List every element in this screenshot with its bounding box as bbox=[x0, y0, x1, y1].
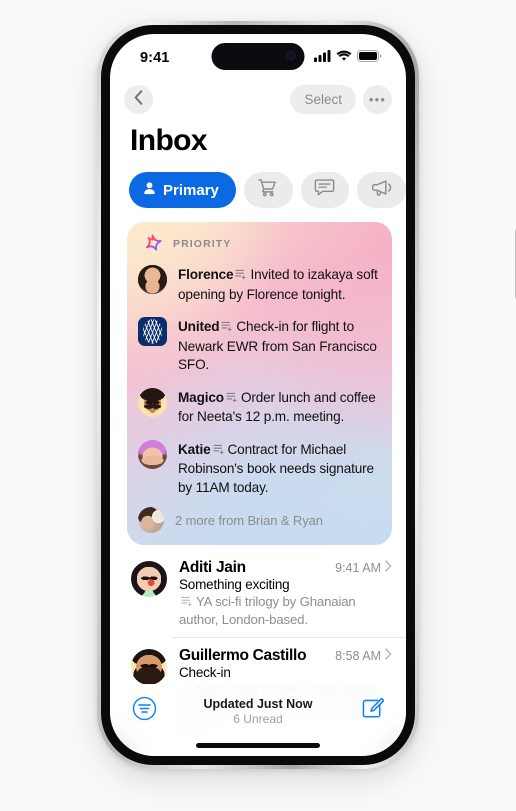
mail-time: 9:41 AM bbox=[335, 561, 381, 575]
mail-sender: Aditi Jain bbox=[179, 559, 246, 576]
avatar bbox=[131, 649, 167, 685]
summary-icon bbox=[212, 442, 225, 461]
filter-chip-primary-label: Primary bbox=[163, 181, 219, 199]
filter-chip-promotions[interactable] bbox=[357, 172, 406, 208]
home-indicator[interactable] bbox=[196, 743, 320, 748]
battery-icon bbox=[357, 49, 382, 67]
status-bar-indicators bbox=[314, 49, 382, 67]
nav-right-group: Select ••• bbox=[290, 85, 392, 114]
priority-item-sender: Katie bbox=[178, 441, 211, 457]
summary-icon bbox=[221, 319, 233, 338]
sync-status: Updated Just Now 6 Unread bbox=[203, 697, 312, 726]
phone-device-frame: 9:41 Select ••• Inbox Primary PRIORITY F… bbox=[97, 21, 516, 769]
priority-item-text: Katie Contract for Michael Robinson's boo… bbox=[178, 440, 380, 498]
priority-item-katie[interactable]: Katie Contract for Michael Robinson's boo… bbox=[138, 433, 380, 504]
compose-icon[interactable] bbox=[359, 696, 385, 726]
dynamic-island bbox=[211, 43, 305, 70]
chevron-right-icon bbox=[385, 559, 392, 577]
ellipsis-icon: ••• bbox=[368, 91, 387, 107]
mail-item-meta: 9:41 AM bbox=[335, 559, 392, 577]
navigation-bar: Select ••• bbox=[110, 78, 406, 118]
avatar bbox=[138, 387, 167, 417]
priority-more-row[interactable]: 2 more from Brian & Ryan bbox=[138, 503, 380, 535]
priority-item-sender: United bbox=[178, 319, 220, 334]
mail-sender: Guillermo Castillo bbox=[179, 647, 307, 664]
priority-item-sender: Magico bbox=[178, 389, 224, 405]
status-bar-time: 9:41 bbox=[140, 50, 170, 66]
screenshot-stage: 9:41 Select ••• Inbox Primary PRIORITY F… bbox=[0, 0, 516, 811]
mailbox-scroll-area[interactable]: PRIORITY Florence Invited to izakaya soft… bbox=[110, 208, 406, 756]
priority-label: PRIORITY bbox=[173, 237, 232, 250]
apple-intelligence-icon bbox=[143, 234, 162, 253]
chevron-left-icon bbox=[134, 89, 143, 110]
avatar bbox=[131, 561, 167, 597]
more-options-button[interactable]: ••• bbox=[363, 85, 392, 114]
mail-subject: Check-in bbox=[179, 665, 231, 680]
unread-count: 6 Unread bbox=[233, 712, 283, 726]
mailbox-filter-chips: Primary bbox=[110, 158, 406, 208]
summary-icon bbox=[181, 594, 193, 611]
signal-bars-icon bbox=[314, 49, 331, 67]
priority-header: PRIORITY bbox=[138, 231, 380, 258]
priority-item-text: Magico Order lunch and coffee for Neeta's… bbox=[178, 388, 380, 427]
avatar bbox=[138, 507, 164, 533]
megaphone-icon bbox=[371, 178, 393, 202]
page-title: Inbox bbox=[130, 124, 208, 157]
back-button[interactable] bbox=[124, 85, 153, 114]
bottom-toolbar: Updated Just Now 6 Unread bbox=[110, 684, 406, 756]
priority-item-magico[interactable]: Magico Order lunch and coffee for Neeta's… bbox=[138, 381, 380, 433]
mail-item-body: Aditi Jain 9:41 AM Something exciting YA… bbox=[179, 559, 392, 628]
phone-bezel: 9:41 Select ••• Inbox Primary PRIORITY F… bbox=[101, 25, 415, 765]
avatar bbox=[138, 439, 167, 469]
person-icon bbox=[142, 181, 157, 200]
priority-item-text: Florence Invited to izakaya soft opening … bbox=[178, 265, 380, 304]
filter-chip-transactions[interactable] bbox=[243, 172, 293, 208]
mail-item-header: Aditi Jain 9:41 AM bbox=[179, 559, 392, 577]
mail-list-item[interactable]: Aditi Jain 9:41 AM Something exciting YA… bbox=[110, 549, 406, 637]
priority-card[interactable]: PRIORITY Florence Invited to izakaya soft… bbox=[127, 222, 392, 545]
filter-chip-updates[interactable] bbox=[300, 172, 350, 208]
priority-item-florence[interactable]: Florence Invited to izakaya soft opening … bbox=[138, 258, 380, 310]
mail-preview-text: YA sci-fi trilogy by Ghanaian author, Lo… bbox=[179, 594, 356, 627]
avatar bbox=[138, 265, 167, 294]
mail-item-header: Guillermo Castillo 8:58 AM bbox=[179, 647, 392, 665]
mail-time: 8:58 AM bbox=[335, 649, 381, 663]
mail-subject: Something exciting bbox=[179, 577, 290, 592]
select-button[interactable]: Select bbox=[290, 85, 356, 114]
sync-status-title: Updated Just Now bbox=[203, 697, 313, 711]
avatar bbox=[138, 317, 167, 346]
filter-icon[interactable] bbox=[132, 696, 157, 726]
chat-bubble-icon bbox=[314, 178, 335, 202]
phone-screen: 9:41 Select ••• Inbox Primary PRIORITY F… bbox=[110, 34, 406, 756]
priority-item-text: United Check-in for flight to Newark EWR … bbox=[178, 317, 380, 375]
priority-item-united[interactable]: United Check-in for flight to Newark EWR … bbox=[138, 310, 380, 381]
priority-item-sender: Florence bbox=[178, 267, 234, 282]
wifi-icon bbox=[336, 49, 352, 67]
summary-icon bbox=[235, 267, 247, 286]
status-bar: 9:41 bbox=[110, 34, 406, 78]
filter-chip-primary[interactable]: Primary bbox=[129, 172, 236, 208]
priority-more-label: 2 more from Brian & Ryan bbox=[175, 512, 323, 528]
cart-icon bbox=[258, 178, 279, 202]
summary-icon bbox=[226, 390, 238, 409]
chevron-right-icon bbox=[385, 647, 392, 665]
mail-preview: YA sci-fi trilogy by Ghanaian author, Lo… bbox=[179, 593, 392, 628]
mail-item-meta: 8:58 AM bbox=[335, 647, 392, 665]
